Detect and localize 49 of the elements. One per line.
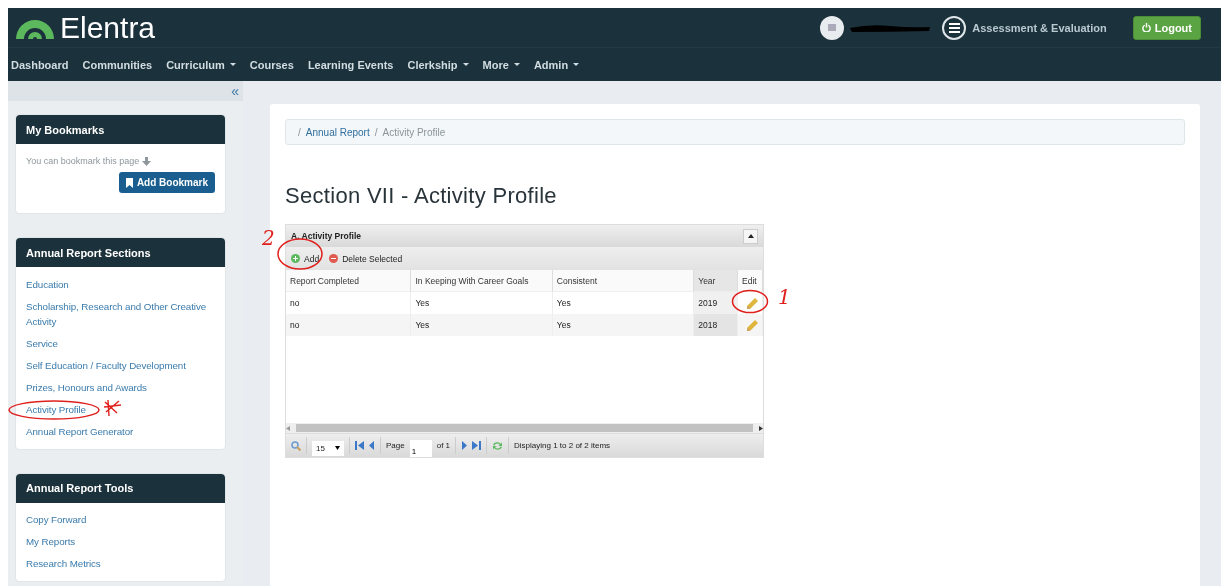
breadcrumb-current: Activity Profile [382, 126, 446, 138]
assessment-link[interactable]: Assessment & Evaluation [972, 21, 1107, 34]
card-title: Annual Report Tools [16, 473, 225, 503]
sidebar-link[interactable]: My Reports [26, 534, 215, 549]
breadcrumb-link[interactable]: Annual Report [305, 126, 370, 138]
page-label: Page [386, 441, 405, 450]
sidebar-link[interactable]: Research Metrics [26, 556, 215, 571]
column-header[interactable]: Consistent [552, 270, 695, 292]
card-title: Annual Report Sections [16, 238, 225, 267]
page-size-select[interactable]: 15 [312, 440, 344, 456]
grid-title: A. Activity Profile [291, 231, 362, 241]
column-header[interactable]: In Keeping With Career Goals [411, 270, 553, 292]
page-count: of 1 [436, 441, 451, 450]
column-header[interactable]: Report Completed [286, 270, 412, 292]
sidebar-link[interactable]: Copy Forward [26, 512, 215, 527]
sidebar-link[interactable]: Self Education / Faculty Development [26, 357, 215, 373]
sidebar-link[interactable]: Service [26, 335, 215, 351]
nav-item[interactable]: Learning Events [304, 58, 405, 71]
nav-item[interactable]: Clerkship [404, 58, 480, 71]
collapse-toggle[interactable]: « [231, 83, 239, 99]
sidebar-link[interactable]: Annual Report Generator [26, 423, 215, 439]
pager-status: Displaying 1 to 2 of 2 items [514, 441, 611, 450]
annotation-number: 1 [778, 287, 791, 307]
breadcrumb-separator: / [298, 126, 301, 138]
page-heading: Section VII - Activity Profile [285, 183, 558, 209]
nav-item[interactable]: More [479, 58, 531, 71]
table-cell: 2019 [694, 292, 739, 314]
page-number-field[interactable]: 1 [409, 439, 432, 457]
table-cell: 2018 [694, 314, 739, 336]
brand-name[interactable]: Elentra [60, 10, 156, 45]
sidebar-link[interactable]: Scholarship, Research and Other Creative Activity [26, 298, 215, 329]
sidebar-link[interactable]: Education [26, 276, 215, 292]
add-bookmark-button[interactable]: Add Bookmark [118, 172, 215, 193]
nav-item[interactable]: Communities [79, 58, 164, 71]
table-cell: no [286, 314, 412, 336]
table-cell: Yes [411, 314, 553, 336]
sidebar-link[interactable]: Prizes, Honours and Awards [26, 379, 215, 395]
breadcrumb-separator: / [374, 126, 378, 138]
nav-item[interactable]: Courses [246, 58, 305, 71]
nav-item[interactable]: Dashboard [8, 58, 80, 71]
column-header[interactable]: Edit [738, 270, 763, 292]
card-title: My Bookmarks [16, 115, 225, 144]
delete-selected-button[interactable]: Delete Selected [329, 253, 403, 264]
column-header[interactable]: Year [694, 270, 739, 292]
nav-item[interactable]: Curriculum [163, 58, 247, 71]
sidebar-link[interactable]: Activity Profile [26, 401, 215, 417]
nav-item[interactable]: Admin [530, 58, 591, 71]
annotation-number: 2 [262, 228, 275, 248]
bookmark-hint: You can bookmark this page [26, 156, 140, 166]
